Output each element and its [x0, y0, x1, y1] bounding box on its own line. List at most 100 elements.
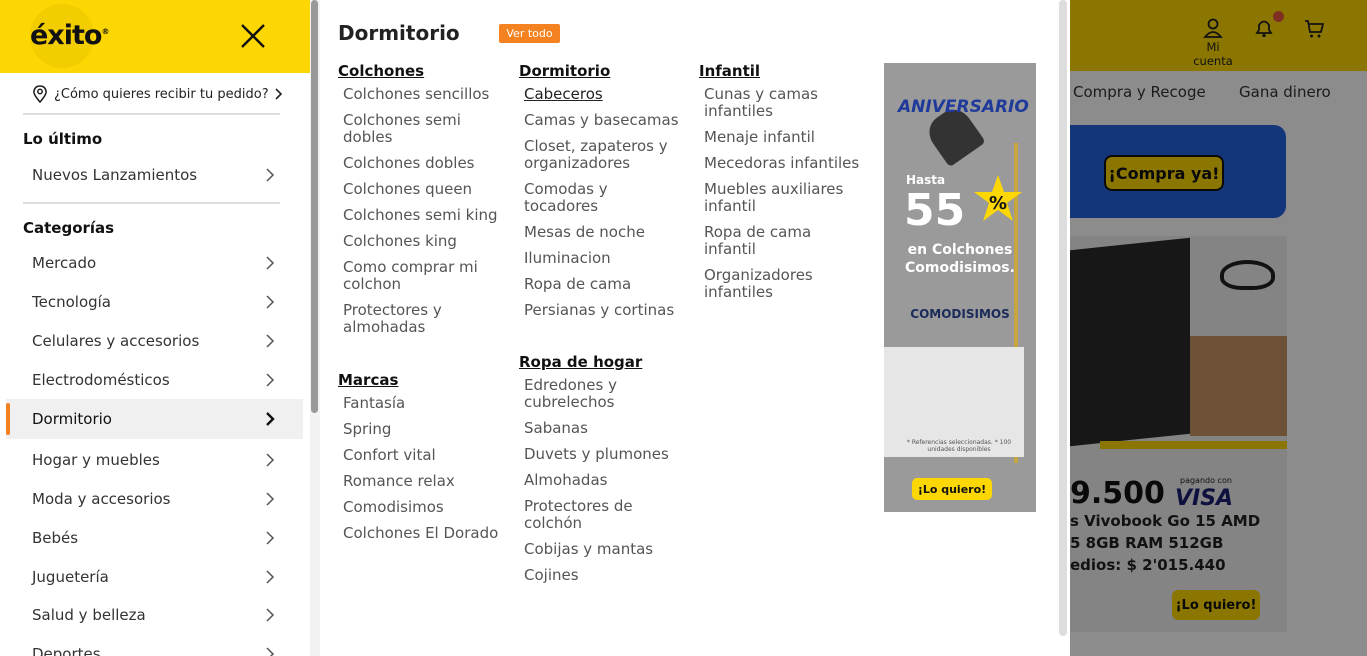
sidebar-item-label: Mercado [32, 254, 97, 272]
sidebar-item-nuevos-lanzamientos[interactable]: Nuevos Lanzamientos [6, 155, 303, 195]
chevron-right-icon [266, 334, 275, 348]
chevron-right-icon [266, 647, 275, 656]
menu-link[interactable]: Comodas y tocadores [519, 181, 669, 215]
menu-link[interactable]: Cobijas y mantas [519, 541, 699, 558]
menu-link[interactable]: Cunas y camas infantiles [699, 86, 849, 120]
promo-fine-print: * Referencias seleccionadas. * 100 unida… [906, 439, 1012, 453]
close-icon[interactable] [238, 21, 268, 51]
delivery-selector[interactable]: ¿Cómo quieres recibir tu pedido? [32, 84, 292, 104]
menu-link[interactable]: Ropa de cama infantil [699, 224, 849, 258]
sidebar-item-deportes[interactable]: Deportes [6, 634, 303, 656]
ver-todo-button[interactable]: Ver todo [499, 24, 560, 43]
menu-link[interactable]: Closet, zapateros y organizadores [519, 138, 669, 172]
menu-link[interactable]: Spring [338, 421, 518, 438]
menu-group-colchones: Colchones Colchones sencillos Colchones se… [338, 62, 518, 345]
sidebar-menu: éxito® ¿Cómo quieres recibir tu pedido? … [0, 0, 310, 656]
menu-link[interactable]: Comodisimos [338, 499, 518, 516]
sidebar-item-label: Electrodomésticos [32, 371, 170, 389]
chevron-right-icon [266, 531, 275, 545]
menu-group-title[interactable]: Colchones [338, 62, 518, 80]
mega-menu-scrollbar[interactable] [1059, 0, 1067, 636]
promo-title: ANIVERSARIO [898, 97, 1029, 117]
menu-link[interactable]: Como comprar mi colchon [338, 259, 488, 293]
chevron-right-icon [266, 453, 275, 467]
menu-link[interactable]: Mecedoras infantiles [699, 155, 879, 172]
menu-link[interactable]: Sabanas [519, 420, 699, 437]
sidebar-item-tecnología[interactable]: Tecnología [6, 282, 303, 322]
sidebar-item-label: Hogar y muebles [32, 451, 160, 469]
active-indicator [6, 403, 10, 435]
menu-link[interactable]: Camas y basecamas [519, 112, 699, 129]
sidebar-item-juguetería[interactable]: Juguetería [6, 557, 303, 597]
menu-link[interactable]: Colchones sencillos [338, 86, 518, 103]
chevron-right-icon [266, 295, 275, 309]
menu-link[interactable]: Colchones semi king [338, 207, 518, 224]
divider [23, 113, 280, 115]
menu-group-title[interactable]: Ropa de hogar [519, 353, 699, 371]
sidebar-item-label: Juguetería [32, 568, 109, 586]
sidebar-scroll-thumb[interactable] [311, 0, 318, 413]
sidebar-item-label: Salud y belleza [32, 606, 146, 624]
sidebar-header: éxito® [0, 0, 310, 73]
sidebar-item-label: Celulares y accesorios [32, 332, 200, 350]
star-icon: % [974, 175, 1022, 221]
menu-link[interactable]: Almohadas [519, 472, 699, 489]
promo-ad[interactable]: ANIVERSARIO Hasta 55 % en Colchones Comod… [884, 63, 1036, 512]
menu-group-marcas: Marcas Fantasía Spring Confort vital Romance… [338, 371, 518, 551]
menu-link[interactable]: Cojines [519, 567, 699, 584]
chevron-right-icon [266, 412, 275, 426]
chevron-right-icon [266, 608, 275, 622]
menu-link[interactable]: Fantasía [338, 395, 518, 412]
menu-link[interactable]: Colchones queen [338, 181, 518, 198]
promo-subtitle: en Colchones Comodisimos. [905, 242, 1015, 276]
menu-link[interactable]: Cabeceros [519, 86, 699, 103]
chevron-right-icon [266, 256, 275, 270]
menu-link[interactable]: Protectores y almohadas [338, 302, 488, 336]
sidebar-item-electrodomésticos[interactable]: Electrodomésticos [6, 360, 303, 400]
menu-link[interactable]: Iluminacion [519, 250, 699, 267]
menu-link[interactable]: Persianas y cortinas [519, 302, 699, 319]
menu-group-title[interactable]: Infantil [699, 62, 879, 80]
delivery-label: ¿Cómo quieres recibir tu pedido? [54, 86, 269, 102]
menu-link[interactable]: Menaje infantil [699, 129, 879, 146]
menu-link[interactable]: Colchones semi dobles [338, 112, 488, 146]
section-title-categories: Categorías [23, 219, 115, 237]
menu-link[interactable]: Colchones king [338, 233, 518, 250]
menu-link[interactable]: Confort vital [338, 447, 518, 464]
sidebar-item-label: Nuevos Lanzamientos [32, 166, 198, 184]
menu-link[interactable]: Edredones y cubrelechos [519, 377, 669, 411]
section-title-latest: Lo último [23, 130, 103, 148]
sidebar-item-mercado[interactable]: Mercado [6, 243, 303, 283]
sidebar-item-label: Moda y accesorios [32, 490, 171, 508]
menu-link[interactable]: Colchones El Dorado [338, 525, 518, 542]
promo-brand: COMODISIMOS [910, 307, 1010, 321]
menu-link[interactable]: Romance relax [338, 473, 518, 490]
menu-group-infantil: Infantil Cunas y camas infantiles Menaje i… [699, 62, 879, 310]
sidebar-item-label: Deportes [32, 645, 101, 656]
exito-logo[interactable]: éxito® [30, 20, 109, 51]
menu-link[interactable]: Protectores de colchón [519, 498, 669, 532]
sidebar-item-dormitorio[interactable]: Dormitorio [6, 399, 303, 439]
promo-lo-quiero-button[interactable]: ¡Lo quiero! [912, 478, 992, 500]
sidebar-item-celulares-y-accesorios[interactable]: Celulares y accesorios [6, 321, 303, 361]
sidebar-item-label: Bebés [32, 529, 79, 547]
chevron-right-icon [266, 373, 275, 387]
chevron-right-icon [266, 168, 275, 182]
menu-group-title[interactable]: Marcas [338, 371, 518, 389]
sidebar-item-hogar-y-muebles[interactable]: Hogar y muebles [6, 440, 303, 480]
menu-group-dormitorio: Dormitorio Cabeceros Camas y basecamas Clos… [519, 62, 699, 328]
mega-menu-title: Dormitorio [338, 21, 460, 45]
sidebar-item-salud-y-belleza[interactable]: Salud y belleza [6, 595, 303, 635]
menu-link[interactable]: Organizadores infantiles [699, 267, 849, 301]
sidebar-item-label: Dormitorio [32, 410, 112, 428]
sidebar-item-moda-y-accesorios[interactable]: Moda y accesorios [6, 479, 303, 519]
menu-link[interactable]: Ropa de cama [519, 276, 699, 293]
menu-group-title[interactable]: Dormitorio [519, 62, 699, 80]
divider [23, 202, 280, 204]
sidebar-item-bebés[interactable]: Bebés [6, 518, 303, 558]
menu-link[interactable]: Duvets y plumones [519, 446, 699, 463]
menu-link[interactable]: Muebles auxiliares infantil [699, 181, 849, 215]
menu-link[interactable]: Mesas de noche [519, 224, 699, 241]
menu-link[interactable]: Colchones dobles [338, 155, 518, 172]
sidebar-item-label: Tecnología [32, 293, 111, 311]
